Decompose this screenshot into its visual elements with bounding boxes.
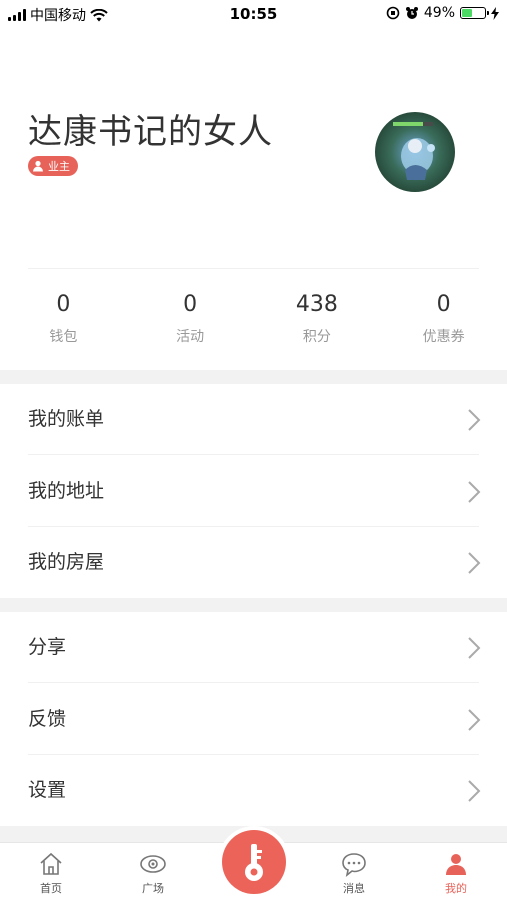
profile-name: 达康书记的女人 — [28, 112, 273, 152]
chevron-right-icon — [468, 481, 481, 503]
center-button-circle — [222, 830, 286, 894]
menu-item-label: 我的地址 — [28, 480, 105, 502]
section-separator — [0, 370, 507, 384]
menu-item-house[interactable]: 我的房屋 — [0, 527, 507, 598]
stat-activity[interactable]: 0 活动 — [127, 288, 254, 358]
home-icon — [40, 852, 62, 875]
chevron-right-icon — [468, 409, 481, 431]
status-right: 49% — [386, 5, 499, 21]
menu-item-label: 反馈 — [28, 708, 67, 730]
tab-label: 广场 — [142, 882, 164, 895]
status-bar: 中国移动 10:55 49% — [0, 0, 507, 28]
chevron-right-icon — [468, 552, 481, 574]
stat-coupons[interactable]: 0 优惠券 — [380, 288, 507, 358]
stat-value: 0 — [183, 292, 198, 317]
stats-row: 0 钱包 0 活动 438 积分 0 优惠券 — [0, 288, 507, 358]
person-icon — [33, 160, 43, 172]
role-badge: 业主 — [28, 156, 78, 176]
stat-value: 0 — [56, 292, 71, 317]
chevron-right-icon — [468, 780, 481, 802]
chevron-right-icon — [468, 637, 481, 659]
avatar-image — [375, 112, 455, 192]
battery-percent: 49% — [423, 5, 455, 21]
stat-wallet[interactable]: 0 钱包 — [0, 288, 127, 358]
avatar[interactable] — [375, 112, 455, 192]
stat-value: 438 — [295, 292, 338, 317]
eye-icon — [140, 855, 166, 873]
user-icon — [446, 854, 466, 875]
role-label: 业主 — [48, 160, 70, 173]
alarm-icon — [405, 7, 418, 19]
section-separator — [0, 598, 507, 612]
tab-label: 首页 — [40, 882, 62, 895]
menu-item-bills[interactable]: 我的账单 — [0, 384, 507, 455]
menu-item-feedback[interactable]: 反馈 — [0, 684, 507, 755]
charging-icon — [491, 6, 499, 20]
menu-item-label: 我的账单 — [28, 408, 105, 430]
center-key-button[interactable] — [218, 826, 290, 898]
orientation-lock-icon — [386, 6, 400, 20]
menu-item-label: 分享 — [28, 636, 67, 658]
menu-item-settings[interactable]: 设置 — [0, 755, 507, 826]
key-icon — [245, 844, 263, 881]
message-icon — [342, 853, 366, 877]
stat-label: 活动 — [176, 329, 205, 345]
stat-points[interactable]: 438 积分 — [254, 288, 381, 358]
tab-mine[interactable]: 我的 — [416, 843, 496, 901]
stat-value: 0 — [436, 292, 451, 317]
menu-item-share[interactable]: 分享 — [0, 612, 507, 683]
stat-label: 积分 — [302, 329, 331, 345]
row-divider — [28, 454, 479, 455]
row-divider — [28, 682, 479, 683]
menu-item-address[interactable]: 我的地址 — [0, 456, 507, 527]
tab-label: 消息 — [343, 882, 365, 895]
header-divider — [28, 268, 479, 269]
chevron-right-icon — [468, 709, 481, 731]
tab-home[interactable]: 首页 — [11, 843, 91, 901]
tab-square[interactable]: 广场 — [113, 843, 193, 901]
tab-label: 我的 — [445, 882, 467, 895]
tab-messages[interactable]: 消息 — [314, 843, 394, 901]
menu-item-label: 我的房屋 — [28, 551, 105, 573]
battery-icon — [460, 7, 489, 19]
stat-label: 优惠券 — [422, 329, 465, 345]
menu-item-label: 设置 — [28, 779, 67, 801]
stat-label: 钱包 — [49, 329, 78, 345]
